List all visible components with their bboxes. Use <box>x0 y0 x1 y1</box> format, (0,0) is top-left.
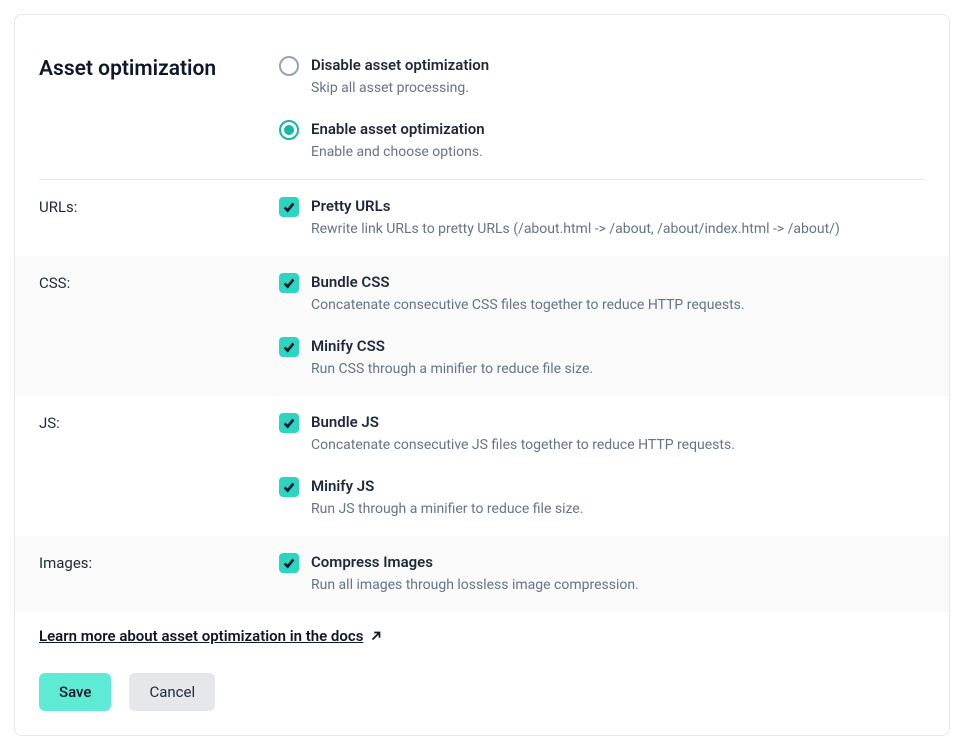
cancel-button[interactable]: Cancel <box>129 673 215 711</box>
checkbox-checked-icon <box>279 273 299 293</box>
checkbox-desc: Concatenate consecutive JS files togethe… <box>311 435 735 456</box>
setting-label: JS: <box>39 412 279 520</box>
section-title: Asset optimization <box>39 55 279 163</box>
checkbox-checked-icon <box>279 413 299 433</box>
radio-label: Enable asset optimization <box>311 119 485 140</box>
setting-label: URLs: <box>39 196 279 240</box>
checkbox-label: Pretty URLs <box>311 196 840 217</box>
radio-label: Disable asset optimization <box>311 55 489 76</box>
checkbox-desc: Run CSS through a minifier to reduce fil… <box>311 359 593 380</box>
checkbox-label: Minify JS <box>311 476 583 497</box>
checkbox-checked-icon <box>279 477 299 497</box>
checkbox-checked-icon <box>279 337 299 357</box>
asset-optimization-card: Asset optimization Disable asset optimiz… <box>14 14 950 736</box>
footer-section: Learn more about asset optimization in t… <box>39 612 925 711</box>
checkbox-minify-js[interactable]: Minify JS Run JS through a minifier to r… <box>279 476 925 520</box>
learn-more-text: Learn more about asset optimization in t… <box>39 627 363 645</box>
checkbox-pretty-urls[interactable]: Pretty URLs Rewrite link URLs to pretty … <box>279 196 925 240</box>
save-button[interactable]: Save <box>39 673 111 711</box>
radio-selected-icon <box>279 120 299 140</box>
radio-desc: Skip all asset processing. <box>311 78 489 99</box>
external-link-icon <box>369 629 383 643</box>
checkbox-label: Minify CSS <box>311 336 593 357</box>
setting-label: CSS: <box>39 272 279 380</box>
checkbox-bundle-css[interactable]: Bundle CSS Concatenate consecutive CSS f… <box>279 272 925 316</box>
setting-row-css: CSS: Bundle CSS Concatenate consecutive … <box>15 256 949 396</box>
checkbox-minify-css[interactable]: Minify CSS Run CSS through a minifier to… <box>279 336 925 380</box>
checkbox-label: Bundle CSS <box>311 272 745 293</box>
checkbox-desc: Run JS through a minifier to reduce file… <box>311 499 583 520</box>
setting-label: Images: <box>39 552 279 596</box>
setting-row-urls: URLs: Pretty URLs Rewrite link URLs to p… <box>39 180 925 256</box>
learn-more-link[interactable]: Learn more about asset optimization in t… <box>39 627 383 645</box>
checkbox-bundle-js[interactable]: Bundle JS Concatenate consecutive JS fil… <box>279 412 925 456</box>
radio-enable-optimization[interactable]: Enable asset optimization Enable and cho… <box>279 119 925 163</box>
setting-row-images: Images: Compress Images Run all images t… <box>15 536 949 612</box>
checkbox-label: Bundle JS <box>311 412 735 433</box>
radio-unselected-icon <box>279 56 299 76</box>
checkbox-compress-images[interactable]: Compress Images Run all images through l… <box>279 552 925 596</box>
checkbox-desc: Run all images through lossless image co… <box>311 575 639 596</box>
radio-disable-optimization[interactable]: Disable asset optimization Skip all asse… <box>279 55 925 99</box>
checkbox-desc: Rewrite link URLs to pretty URLs (/about… <box>311 219 840 240</box>
checkbox-checked-icon <box>279 553 299 573</box>
optimization-mode-section: Asset optimization Disable asset optimiz… <box>39 55 925 180</box>
setting-row-js: JS: Bundle JS Concatenate consecutive JS… <box>39 396 925 536</box>
radio-desc: Enable and choose options. <box>311 142 485 163</box>
button-row: Save Cancel <box>39 673 925 711</box>
checkbox-label: Compress Images <box>311 552 639 573</box>
checkbox-desc: Concatenate consecutive CSS files togeth… <box>311 295 745 316</box>
checkbox-checked-icon <box>279 197 299 217</box>
